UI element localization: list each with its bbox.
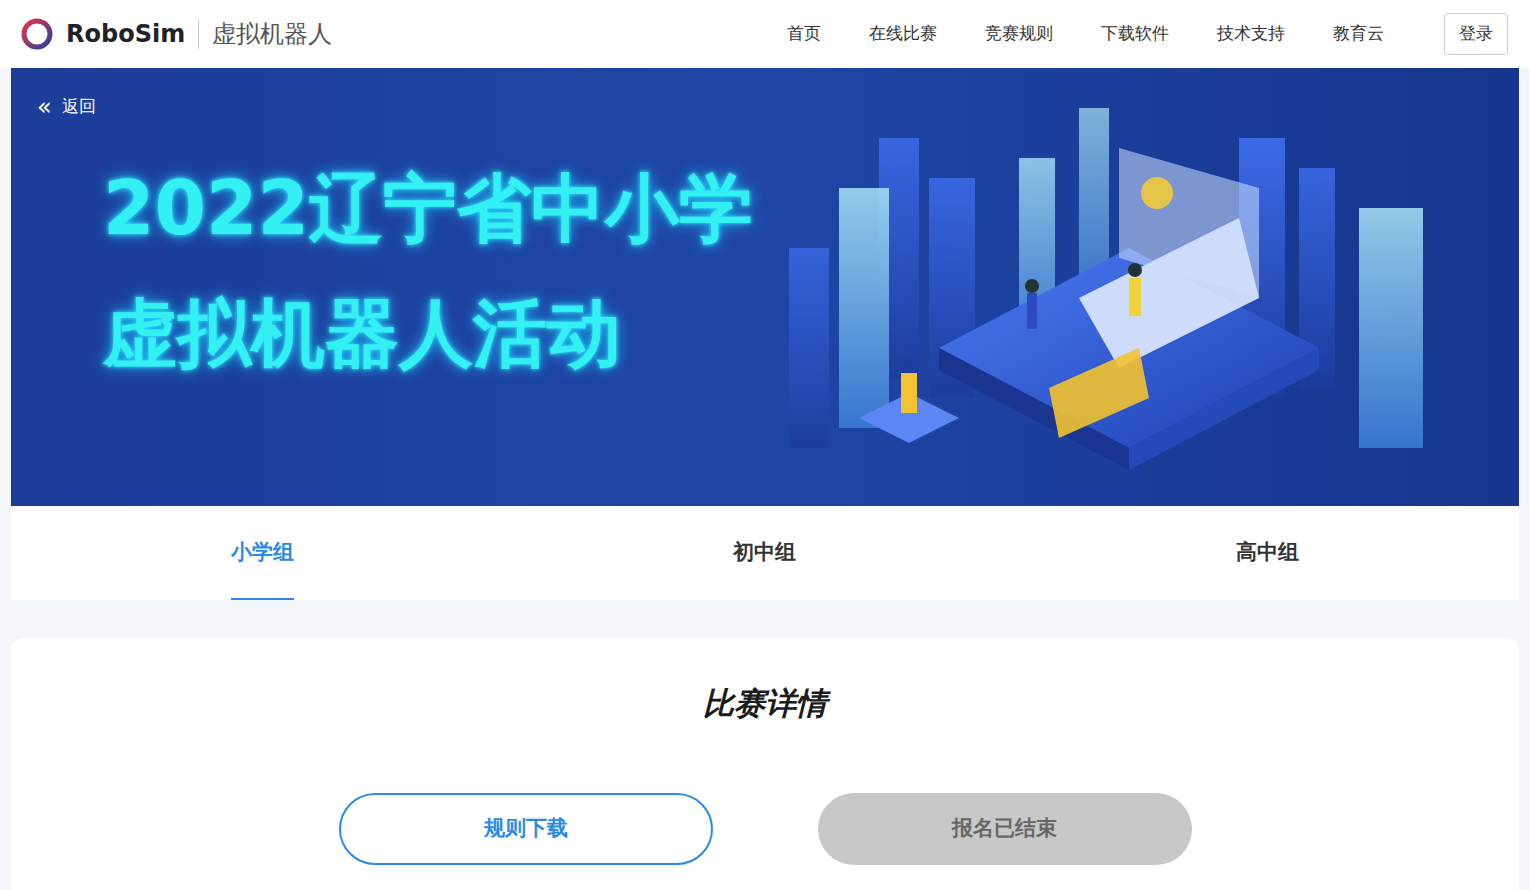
banner: « 返回 2022辽宁省中小学虚拟机器人活动 — [11, 68, 1519, 506]
tab-label: 初中组 — [733, 506, 796, 600]
back-label: 返回 — [62, 94, 96, 120]
logo[interactable]: RoboSim 虚拟机器人 — [20, 16, 332, 52]
tab-label: 高中组 — [1236, 506, 1299, 600]
rules-download-button[interactable]: 规则下载 — [339, 793, 713, 865]
city-illustration-icon — [779, 98, 1459, 498]
nav-item[interactable]: 教育云 — [1333, 21, 1384, 47]
tab-label: 小学组 — [231, 506, 294, 600]
top-bar: RoboSim 虚拟机器人 首页 在线比赛 竞赛规则 下载软件 技术支持 教育云 登录 — [0, 0, 1530, 68]
back-link[interactable]: « 返回 — [11, 68, 1519, 120]
title-line: 2022辽宁省中小学 — [103, 168, 1519, 249]
details-title: 比赛详情 — [703, 680, 827, 727]
nav-item[interactable]: 技术支持 — [1217, 21, 1285, 47]
group-tabs: 小学组 初中组 高中组 — [11, 506, 1519, 600]
title-line: 虚拟机器人活动 — [103, 293, 1519, 374]
nav-item[interactable]: 下载软件 — [1101, 21, 1169, 47]
tab-underline — [231, 598, 294, 600]
signup-closed-button: 报名已结束 — [818, 793, 1192, 865]
nav-item[interactable]: 首页 — [787, 21, 821, 47]
logo-ring-icon — [20, 17, 54, 51]
login-button[interactable]: 登录 — [1444, 13, 1508, 55]
nav-item[interactable]: 竞赛规则 — [985, 21, 1053, 47]
logo-subtitle: 虚拟机器人 — [212, 16, 332, 52]
group-tab[interactable]: 小学组 — [11, 506, 514, 600]
group-tab[interactable]: 初中组 — [514, 506, 1017, 600]
details-card: 比赛详情 规则下载 报名已结束 — [11, 638, 1519, 890]
details-buttons: 规则下载 报名已结束 — [339, 793, 1192, 865]
back-icon: « — [37, 95, 52, 119]
nav-item[interactable]: 在线比赛 — [869, 21, 937, 47]
banner-title: 2022辽宁省中小学虚拟机器人活动 — [11, 168, 1519, 375]
logo-text: RoboSim — [66, 16, 185, 52]
main-nav: 首页 在线比赛 竞赛规则 下载软件 技术支持 教育云 — [787, 21, 1384, 47]
group-tab[interactable]: 高中组 — [1016, 506, 1519, 600]
